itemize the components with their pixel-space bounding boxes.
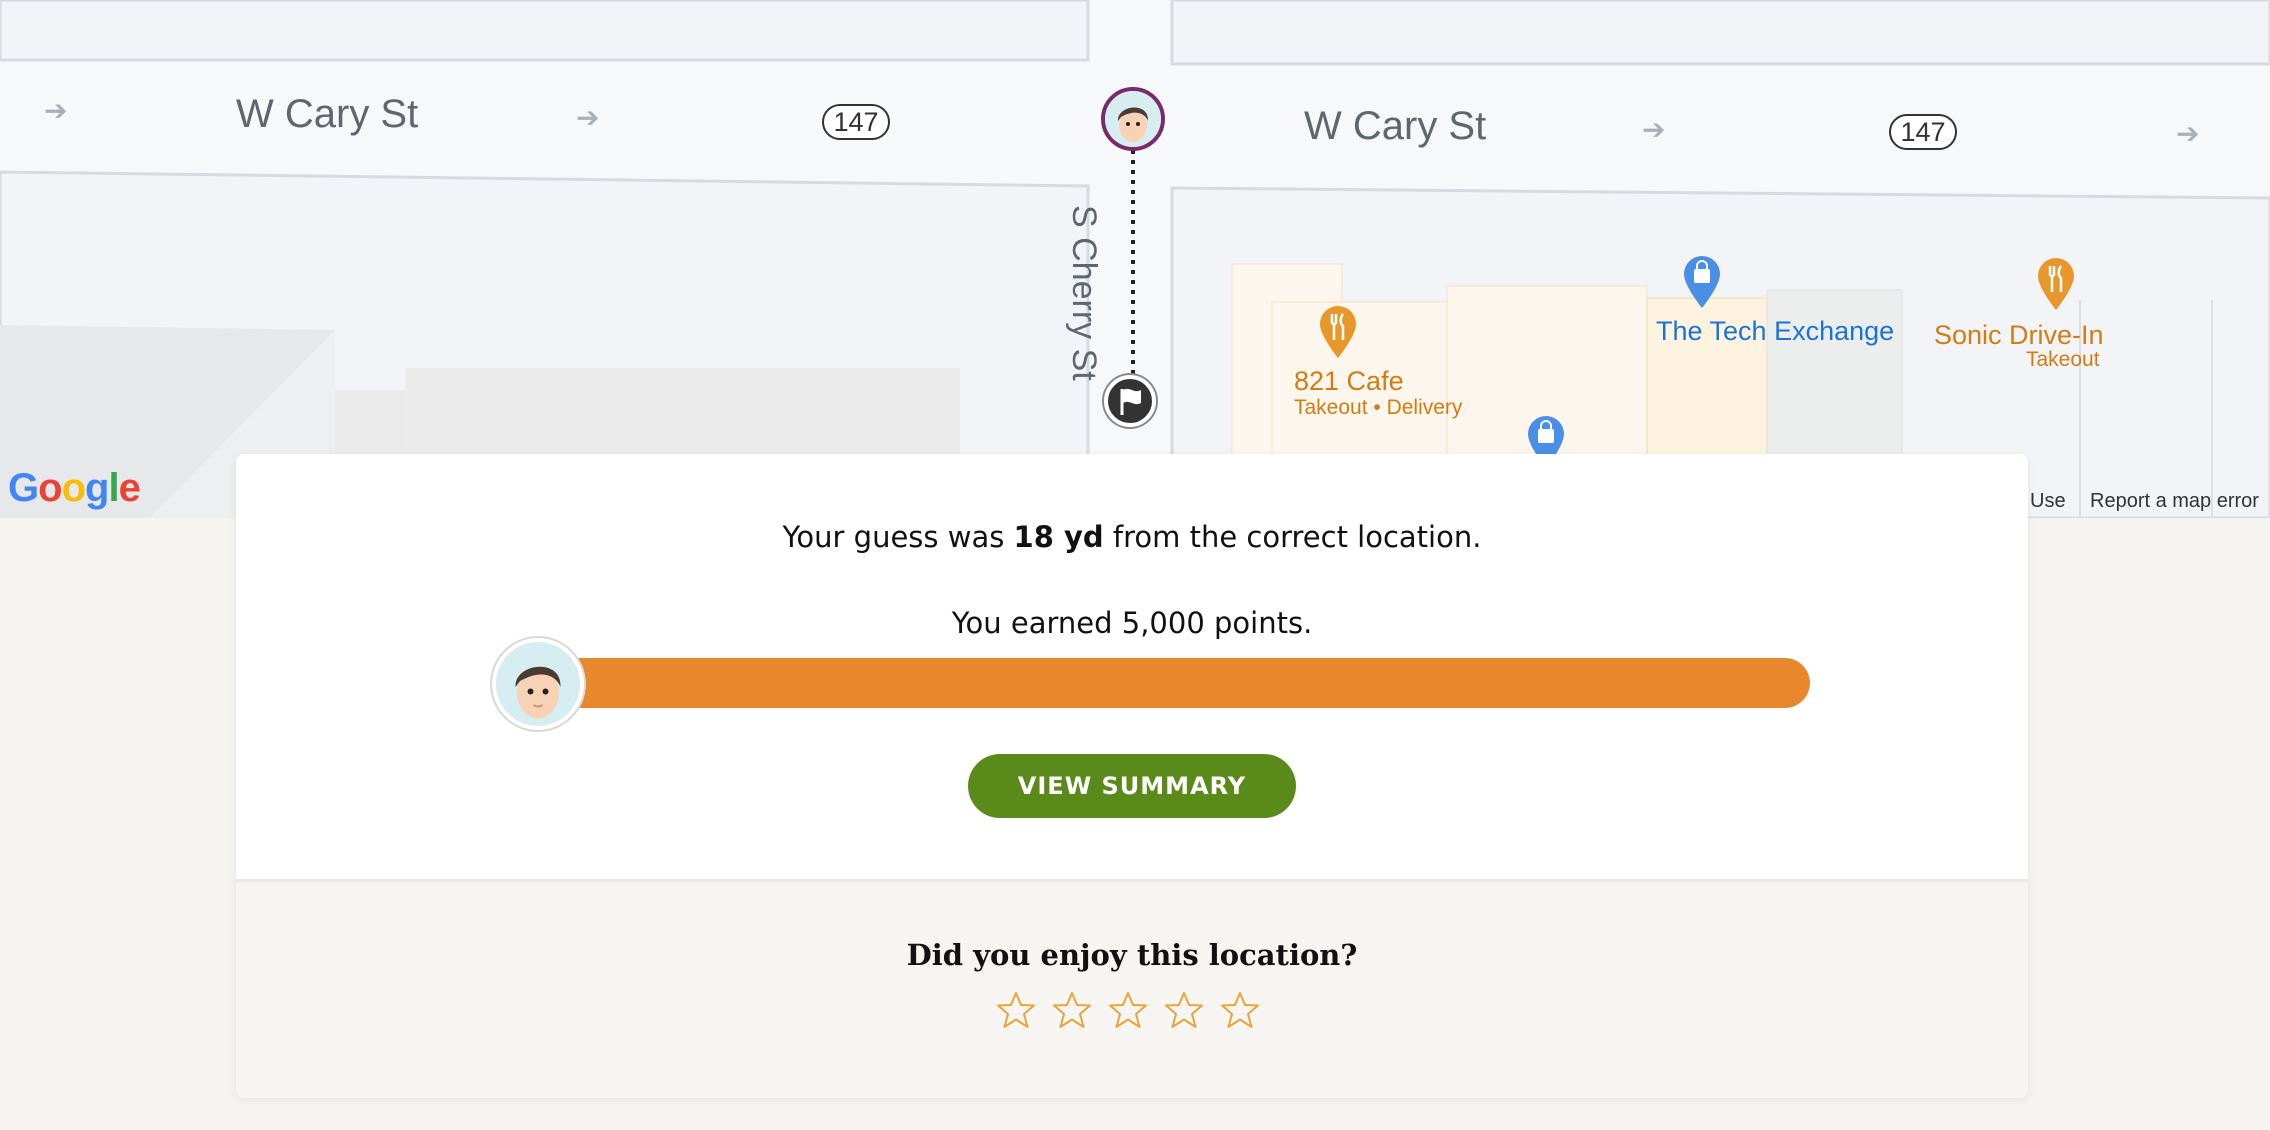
player-avatar [492,638,584,730]
points-earned-text: You earned 5,000 points. [951,606,1313,640]
star-icon[interactable] [1220,990,1260,1030]
street-label-s-cherry: S Cherry St [1065,205,1103,381]
star-icon[interactable] [996,990,1036,1030]
map-background [0,0,2270,518]
flag-icon [1120,388,1141,415]
avatar-face-icon [496,642,580,726]
oneway-arrow-icon: ➔ [44,95,68,126]
avatar-face-icon [1105,91,1161,147]
guess-distance-value: 18 yd [1013,520,1104,554]
street-label-w-cary-right: W Cary St [1304,104,1487,148]
report-map-error-link[interactable]: Report a map error [2090,490,2259,513]
route-shield: 147 [822,104,890,140]
terms-of-use-link[interactable]: Use [2030,490,2066,513]
oneway-arrow-icon: ➔ [576,102,600,133]
star-icon[interactable] [1052,990,1092,1030]
map-view[interactable]: ➔ ➔ ➔ ➔ W Cary St W Cary St S Cherry St … [0,0,2270,518]
result-card: Your guess was 18 yd from the correct lo… [236,454,2028,1098]
restaurant-pin-icon[interactable] [2036,256,2076,312]
view-summary-button[interactable]: VIEW SUMMARY [968,754,1296,818]
star-icon[interactable] [1108,990,1148,1030]
restaurant-pin-icon[interactable] [1318,304,1358,360]
poi-name-821-cafe[interactable]: 821 Cafe [1294,366,1404,397]
rating-question: Did you enjoy this location? [906,938,1358,972]
route-shield: 147 [1889,114,1957,150]
star-rating [996,990,1276,1040]
guess-distance-text: Your guess was 18 yd from the correct lo… [236,520,2028,554]
score-progress-bar [520,658,1810,708]
oneway-arrow-icon: ➔ [1642,114,1666,145]
shopping-pin-icon[interactable] [1682,254,1722,310]
poi-name-tech-exchange[interactable]: The Tech Exchange [1656,316,1894,347]
street-label-w-cary-left: W Cary St [236,92,419,136]
score-progress-fill [520,658,1810,708]
poi-sub-sonic: Takeout [2026,348,2100,371]
guess-prefix: Your guess was [782,520,1014,554]
poi-name-sonic[interactable]: Sonic Drive-In [1934,320,2104,351]
poi-sub-821-cafe: Takeout • Delivery [1294,396,1463,419]
guess-suffix: from the correct location. [1103,520,1482,554]
star-icon[interactable] [1164,990,1204,1030]
guess-avatar-pin[interactable] [1101,87,1165,151]
google-logo: Google [8,466,141,510]
oneway-arrow-icon: ➔ [2176,118,2200,149]
result-summary-section: Your guess was 18 yd from the correct lo… [236,454,2028,882]
rating-section: Did you enjoy this location? [236,882,2028,1098]
correct-location-flag[interactable] [1104,375,1156,427]
